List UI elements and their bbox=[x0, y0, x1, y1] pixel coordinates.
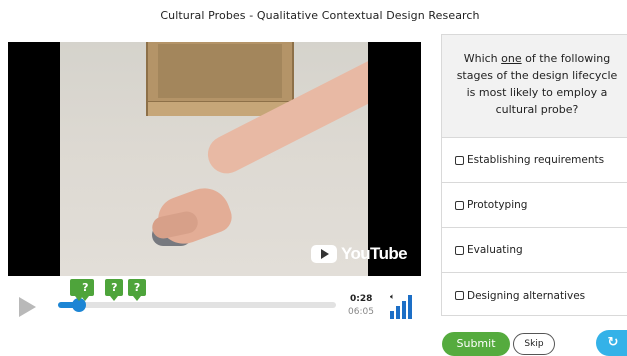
submit-button[interactable]: Submit bbox=[442, 332, 510, 356]
play-icon[interactable] bbox=[19, 297, 36, 317]
option-prototyping[interactable]: Prototyping bbox=[442, 183, 627, 228]
volume-bar bbox=[402, 301, 406, 319]
question-marker[interactable]: ? bbox=[105, 279, 124, 301]
option-label: Prototyping bbox=[467, 199, 528, 211]
option-evaluating[interactable]: Evaluating bbox=[442, 228, 627, 273]
option-label: Designing alternatives bbox=[467, 289, 586, 302]
checkbox[interactable] bbox=[455, 200, 464, 210]
current-time: 0:28 bbox=[350, 294, 373, 304]
volume-bar bbox=[396, 306, 400, 319]
volume-bar bbox=[390, 311, 394, 319]
option-establishing-requirements[interactable]: Establishing requirements bbox=[442, 138, 627, 183]
total-time: 06:05 bbox=[348, 307, 374, 317]
question-emphasis: one bbox=[501, 52, 522, 65]
checkbox[interactable] bbox=[455, 245, 464, 255]
page-title: Cultural Probes - Qualitative Contextual… bbox=[160, 9, 480, 22]
youtube-wordmark: YouTube bbox=[341, 244, 408, 263]
checkbox[interactable] bbox=[455, 291, 464, 300]
volume-bar bbox=[408, 295, 412, 319]
undo-icon: ↻ bbox=[607, 335, 619, 350]
undo-button[interactable]: ↻ bbox=[596, 330, 627, 356]
question-text: Which one of the following stages of the… bbox=[442, 35, 627, 138]
volume-control[interactable]: 🔈︎ bbox=[390, 292, 416, 319]
youtube-play-icon bbox=[311, 245, 337, 263]
speaker-icon: 🔈︎ bbox=[390, 292, 395, 301]
cardboard-box bbox=[146, 42, 296, 116]
youtube-logo[interactable]: YouTube bbox=[311, 244, 408, 264]
seek-bar[interactable] bbox=[58, 302, 336, 308]
skip-button[interactable]: Skip bbox=[513, 333, 555, 355]
video-frame bbox=[60, 42, 368, 276]
quiz-panel: Which one of the following stages of the… bbox=[441, 34, 627, 316]
option-label: Establishing requirements bbox=[467, 154, 605, 166]
question-marker[interactable]: ? bbox=[76, 279, 95, 301]
question-marker[interactable]: ? bbox=[128, 279, 147, 301]
option-label: Evaluating bbox=[467, 244, 523, 256]
video-player[interactable]: YouTube bbox=[8, 42, 421, 276]
option-designing-alternatives[interactable]: Designing alternatives bbox=[442, 273, 627, 318]
checkbox[interactable] bbox=[455, 155, 464, 165]
